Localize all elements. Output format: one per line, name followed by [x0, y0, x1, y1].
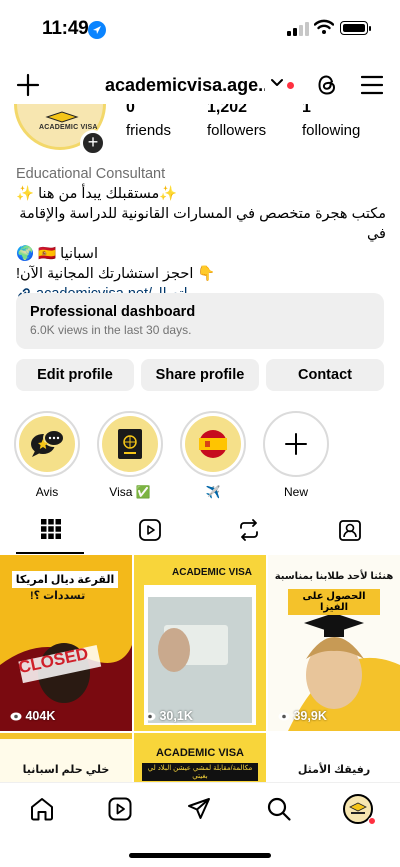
highlight-travel[interactable]: ✈️	[180, 411, 246, 499]
speech-bubbles-icon	[19, 416, 75, 472]
logo-icon	[45, 111, 79, 123]
stat-friends[interactable]: 0 friends	[126, 104, 171, 139]
post-headline: هنئنا لأحد طلابنا بمناسبة	[274, 571, 394, 582]
add-story-button[interactable]: +	[80, 130, 106, 156]
reels-tab-icon[interactable]	[138, 518, 162, 542]
post-tile[interactable]: هنئنا لأحد طلابنا بمناسبة الحصول على الف…	[268, 555, 400, 731]
post-tile[interactable]: خلي حلم اسبانيا	[0, 733, 132, 782]
stat-value: 1,202	[207, 104, 248, 116]
plus-icon	[268, 416, 324, 472]
passport-icon	[102, 416, 158, 472]
dashboard-title: Professional dashboard	[30, 304, 196, 320]
post-headline: خلي حلم اسبانيا	[22, 764, 110, 776]
signal-icon	[287, 22, 309, 36]
stat-label: following	[302, 122, 361, 139]
status-bar: 11:49	[0, 0, 400, 60]
bottom-nav	[0, 782, 400, 832]
post-headline: ACADEMIC VISA	[172, 567, 253, 578]
battery-icon	[340, 21, 371, 35]
post-tile[interactable]: القرعة ديال امريكا تسددات ؟! CLOSED 404K	[0, 555, 132, 731]
post-headline: رفيقك الأمثل	[297, 764, 371, 776]
post-tile[interactable]: رفيقك الأمثل	[268, 733, 400, 782]
stat-following[interactable]: 1 following	[302, 104, 360, 139]
stat-followers[interactable]: 1,202 followers	[207, 104, 266, 139]
notification-dot	[368, 817, 376, 825]
hamburger-menu-icon[interactable]	[361, 75, 383, 95]
active-tab-indicator	[16, 552, 84, 554]
post-thumbnail	[134, 555, 266, 731]
post-views: 39,9K	[278, 709, 327, 723]
highlight-label: New	[283, 485, 308, 499]
logo-icon	[349, 802, 367, 814]
threads-icon[interactable]	[315, 73, 339, 97]
eye-icon	[278, 712, 290, 721]
bio-line: ✨مستقبلك يبدأ من هنا ✨	[16, 186, 178, 202]
post-subheadline: مكالمة/مقابلة لمشي عيشن البلاد لي بغيتي	[142, 763, 258, 781]
notification-dot	[287, 82, 294, 89]
post-views-count: 404K	[25, 709, 56, 723]
eye-icon	[144, 712, 156, 721]
chevron-down-icon[interactable]	[271, 78, 283, 88]
tagged-icon[interactable]	[338, 518, 362, 542]
post-views: 404K	[10, 709, 55, 723]
highlight-label: ✈️	[205, 485, 221, 499]
highlight-label: Avis	[35, 485, 59, 499]
clock: 11:49	[42, 18, 89, 39]
profile-tabs	[0, 504, 400, 554]
post-tile[interactable]: ACADEMIC VISA مكالمة/مقابلة لمشي عيشن ال…	[134, 733, 266, 782]
post-views: 30,1K	[144, 709, 193, 723]
grid-icon[interactable]	[40, 518, 62, 540]
highlight-new[interactable]: New	[263, 411, 329, 499]
post-views-count: 30,1K	[159, 709, 193, 723]
reposts-icon[interactable]	[237, 518, 261, 542]
bio-line: 👇 احجز استشارتك المجانية الآن!	[16, 266, 216, 282]
eye-icon	[10, 712, 22, 721]
post-headline: القرعة ديال امريكا	[12, 571, 118, 588]
spain-flag-icon	[185, 416, 241, 472]
post-subheadline: تسددات ؟!	[30, 590, 86, 602]
post-views-count: 39,9K	[293, 709, 327, 723]
stat-label: followers	[207, 122, 267, 139]
stat-value: 1	[302, 104, 311, 116]
bio-line: اسبانيا 🇪🇸 🌍	[16, 246, 98, 262]
bio: Educational Consultant ✨مستقبلك يبدأ من …	[16, 164, 386, 304]
stat-value: 0	[126, 104, 135, 116]
category-label: Educational Consultant	[16, 166, 166, 182]
location-icon	[88, 21, 106, 39]
stat-label: friends	[126, 122, 172, 139]
search-icon[interactable]	[266, 796, 292, 822]
professional-dashboard[interactable]: Professional dashboard 6.0K views in the…	[16, 293, 384, 349]
home-icon[interactable]	[29, 796, 55, 822]
reels-icon[interactable]	[107, 796, 133, 822]
highlight-visa[interactable]: Visa ✅	[97, 411, 163, 499]
bio-line: مكتب هجرة متخصص في المسارات القانونية لل…	[19, 206, 386, 242]
send-icon[interactable]	[186, 796, 212, 822]
contact-button[interactable]: Contact	[266, 359, 384, 391]
share-profile-button[interactable]: Share profile	[141, 359, 259, 391]
wifi-icon	[314, 19, 334, 34]
username[interactable]: academicvisa.age...	[105, 75, 265, 96]
plus-icon[interactable]	[16, 73, 40, 97]
post-subheadline: الحصول على الفيزا	[288, 589, 380, 615]
home-indicator	[129, 853, 271, 858]
edit-profile-button[interactable]: Edit profile	[16, 359, 134, 391]
dashboard-subtitle: 6.0K views in the last 30 days.	[30, 323, 192, 337]
highlight-avis[interactable]: Avis	[14, 411, 80, 499]
highlight-label: Visa ✅	[109, 485, 151, 499]
post-tile[interactable]: ACADEMIC VISA 30,1K	[134, 555, 266, 731]
post-headline: ACADEMIC VISA	[155, 747, 244, 759]
profile-header: academicvisa.age...	[0, 64, 400, 108]
